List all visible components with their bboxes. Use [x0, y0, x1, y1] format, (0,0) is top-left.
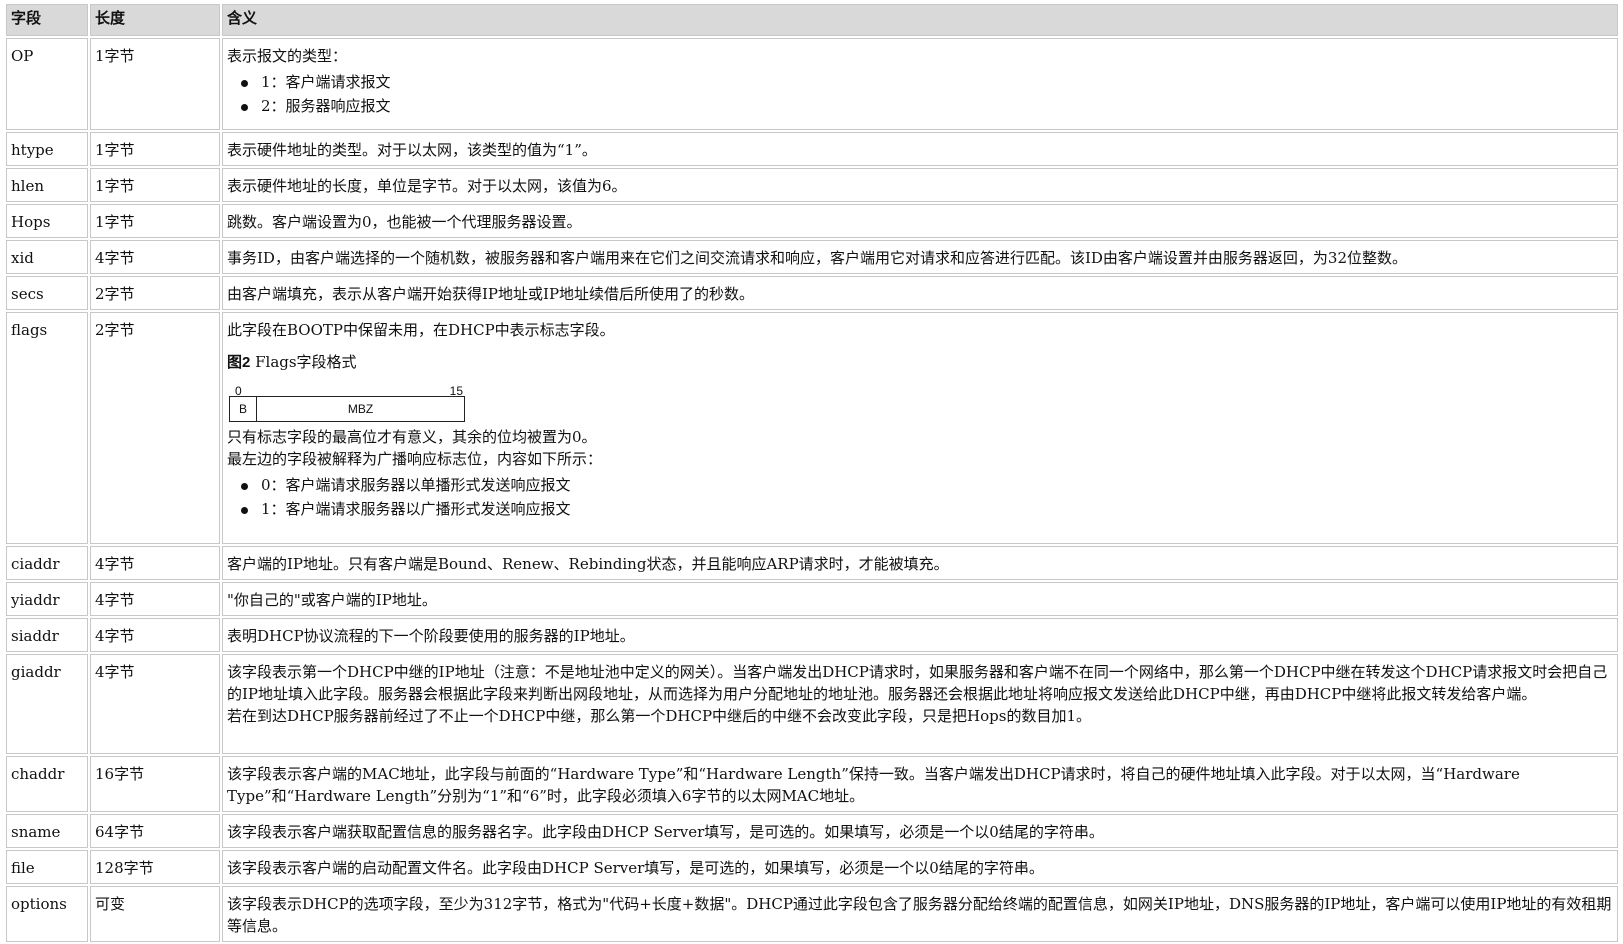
table-row: giaddr 4字节 该字段表示第一个DHCP中继的IP地址（注意：不是地址池中定义… — [6, 654, 1618, 754]
field-length-cell: 2字节 — [90, 276, 220, 310]
field-meaning-cell: 该字段表示客户端获取配置信息的服务器名字。此字段由DHCP Server填写，是… — [222, 814, 1618, 848]
field-length-cell: 可变 — [90, 886, 220, 942]
field-meaning-cell: 该字段表示第一个DHCP中继的IP地址（注意：不是地址池中定义的网关）。当客户端… — [222, 654, 1618, 754]
table-row: yiaddr 4字节 "你自己的"或客户端的IP地址。 — [6, 582, 1618, 616]
meaning-bullet-list: 0：客户端请求服务器以单播形式发送响应报文 1：客户端请求服务器以广播形式发送响应… — [227, 474, 1613, 520]
figure-title-text: Flags字段格式 — [250, 353, 357, 371]
field-name-cell: htype — [6, 132, 88, 166]
meaning-text: 由客户端填充，表示从客户端开始获得IP地址或IP地址续借后所使用了的秒数。 — [227, 285, 755, 303]
table-row: file 128字节 该字段表示客户端的启动配置文件名。此字段由DHCP Serve… — [6, 850, 1618, 884]
list-item: 0：客户端请求服务器以单播形式发送响应报文 — [241, 474, 1613, 496]
field-meaning-cell: 表示硬件地址的长度，单位是字节。对于以太网，该值为6。 — [222, 168, 1618, 202]
field-name-cell: ciaddr — [6, 546, 88, 580]
meaning-text: 表示报文的类型： — [227, 47, 348, 65]
meaning-text: 最左边的字段被解释为广播响应标志位，内容如下所示： — [227, 450, 603, 468]
field-name-cell: xid — [6, 240, 88, 274]
field-name-cell: sname — [6, 814, 88, 848]
field-name-cell: OP — [6, 38, 88, 130]
meaning-text: 该字段表示客户端获取配置信息的服务器名字。此字段由DHCP Server填写，是… — [227, 823, 1104, 841]
field-name-cell: yiaddr — [6, 582, 88, 616]
header-field: 字段 — [6, 4, 88, 36]
meaning-text: 该字段表示客户端的MAC地址，此字段与前面的“Hardware Type”和“H… — [227, 765, 1520, 805]
meaning-text: 只有标志字段的最高位才有意义，其余的位均被置为0。 — [227, 428, 597, 446]
meaning-text: 该字段表示DHCP的选项字段，至少为312字节，格式为"代码+长度+数据"。DH… — [227, 895, 1612, 935]
table-row: flags 2字节 此字段在BOOTP中保留未用，在DHCP中表示标志字段。 图2 F… — [6, 312, 1618, 544]
table-row: ciaddr 4字节 客户端的IP地址。只有客户端是Bound、Renew、Rebi… — [6, 546, 1618, 580]
field-meaning-cell: 表明DHCP协议流程的下一个阶段要使用的服务器的IP地址。 — [222, 618, 1618, 652]
meaning-text: 表示硬件地址的类型。对于以太网，该类型的值为“1”。 — [227, 141, 597, 159]
field-length-cell: 2字节 — [90, 312, 220, 544]
table-row: chaddr 16字节 该字段表示客户端的MAC地址，此字段与前面的“Hardwar… — [6, 756, 1618, 812]
field-meaning-cell: 表示报文的类型： 1：客户端请求报文 2：服务器响应报文 — [222, 38, 1618, 130]
broadcast-bit: B — [230, 397, 257, 421]
dhcp-fields-table: 字段 长度 含义 OP 1字节 表示报文的类型： 1：客户端请求报文 2：服务器响应报文… — [4, 2, 1620, 944]
field-length-cell: 128字节 — [90, 850, 220, 884]
list-item: 2：服务器响应报文 — [241, 95, 1613, 117]
list-item: 1：客户端请求报文 — [241, 71, 1613, 93]
table-row: htype 1字节 表示硬件地址的类型。对于以太网，该类型的值为“1”。 — [6, 132, 1618, 166]
meaning-text: 表示硬件地址的长度，单位是字节。对于以太网，该值为6。 — [227, 177, 627, 195]
field-length-cell: 4字节 — [90, 240, 220, 274]
header-meaning: 含义 — [222, 4, 1618, 36]
field-name-cell: hlen — [6, 168, 88, 202]
field-meaning-cell: 表示硬件地址的类型。对于以太网，该类型的值为“1”。 — [222, 132, 1618, 166]
mbz-bits: MBZ — [347, 402, 374, 416]
table-header-row: 字段 长度 含义 — [6, 4, 1618, 36]
field-name-cell: giaddr — [6, 654, 88, 754]
table-row: Hops 1字节 跳数。客户端设置为0，也能被一个代理服务器设置。 — [6, 204, 1618, 238]
field-name-cell: siaddr — [6, 618, 88, 652]
header-length: 长度 — [90, 4, 220, 36]
field-meaning-cell: 由客户端填充，表示从客户端开始获得IP地址或IP地址续借后所使用了的秒数。 — [222, 276, 1618, 310]
table-row: OP 1字节 表示报文的类型： 1：客户端请求报文 2：服务器响应报文 — [6, 38, 1618, 130]
meaning-text: 客户端的IP地址。只有客户端是Bound、Renew、Rebinding状态，并… — [227, 555, 949, 573]
meaning-text: "你自己的"或客户端的IP地址。 — [227, 591, 437, 609]
table-row: siaddr 4字节 表明DHCP协议流程的下一个阶段要使用的服务器的IP地址。 — [6, 618, 1618, 652]
field-name-cell: flags — [6, 312, 88, 544]
field-length-cell: 4字节 — [90, 582, 220, 616]
table-row: xid 4字节 事务ID，由客户端选择的一个随机数，被服务器和客户端用来在它们之间交… — [6, 240, 1618, 274]
table-row: options 可变 该字段表示DHCP的选项字段，至少为312字节，格式为"代码+… — [6, 886, 1618, 942]
flags-bit-diagram: 0 15 B MBZ — [229, 380, 465, 422]
field-meaning-cell: 事务ID，由客户端选择的一个随机数，被服务器和客户端用来在它们之间交流请求和响应… — [222, 240, 1618, 274]
field-meaning-cell: "你自己的"或客户端的IP地址。 — [222, 582, 1618, 616]
flags-box: B MBZ — [229, 396, 465, 422]
field-name-cell: options — [6, 886, 88, 942]
meaning-text: 表明DHCP协议流程的下一个阶段要使用的服务器的IP地址。 — [227, 627, 635, 645]
field-length-cell: 1字节 — [90, 168, 220, 202]
field-meaning-cell: 该字段表示客户端的启动配置文件名。此字段由DHCP Server填写，是可选的，… — [222, 850, 1618, 884]
table-body: OP 1字节 表示报文的类型： 1：客户端请求报文 2：服务器响应报文 htype 1字节表… — [6, 38, 1618, 942]
field-meaning-cell: 跳数。客户端设置为0，也能被一个代理服务器设置。 — [222, 204, 1618, 238]
table-row: hlen 1字节 表示硬件地址的长度，单位是字节。对于以太网，该值为6。 — [6, 168, 1618, 202]
field-name-cell: Hops — [6, 204, 88, 238]
figure-title-number: 图2 — [227, 354, 251, 371]
meaning-text: 事务ID，由客户端选择的一个随机数，被服务器和客户端用来在它们之间交流请求和响应… — [227, 249, 1407, 267]
field-length-cell: 1字节 — [90, 204, 220, 238]
field-length-cell: 4字节 — [90, 654, 220, 754]
meaning-text: 跳数。客户端设置为0，也能被一个代理服务器设置。 — [227, 213, 582, 231]
meaning-text: 若在到达DHCP服务器前经过了不止一个DHCP中继，那么第一个DHCP中继后的中… — [227, 707, 1091, 725]
meaning-text: 该字段表示第一个DHCP中继的IP地址（注意：不是地址池中定义的网关）。当客户端… — [227, 663, 1608, 703]
field-name-cell: chaddr — [6, 756, 88, 812]
field-meaning-cell: 该字段表示客户端的MAC地址，此字段与前面的“Hardware Type”和“H… — [222, 756, 1618, 812]
list-item: 1：客户端请求服务器以广播形式发送响应报文 — [241, 498, 1613, 520]
field-length-cell: 16字节 — [90, 756, 220, 812]
field-meaning-cell: 该字段表示DHCP的选项字段，至少为312字节，格式为"代码+长度+数据"。DH… — [222, 886, 1618, 942]
dhcp-fields-document: 字段 长度 含义 OP 1字节 表示报文的类型： 1：客户端请求报文 2：服务器响应报文… — [4, 2, 1620, 944]
table-row: sname 64字节 该字段表示客户端获取配置信息的服务器名字。此字段由DHCP S… — [6, 814, 1618, 848]
field-length-cell: 4字节 — [90, 546, 220, 580]
figure-title: 图2 Flags字段格式 — [227, 351, 1613, 374]
field-length-cell: 4字节 — [90, 618, 220, 652]
table-row: secs 2字节 由客户端填充，表示从客户端开始获得IP地址或IP地址续借后所使用了… — [6, 276, 1618, 310]
field-meaning-cell: 客户端的IP地址。只有客户端是Bound、Renew、Rebinding状态，并… — [222, 546, 1618, 580]
meaning-text: 该字段表示客户端的启动配置文件名。此字段由DHCP Server填写，是可选的，… — [227, 859, 1044, 877]
meaning-bullet-list: 1：客户端请求报文 2：服务器响应报文 — [227, 71, 1613, 117]
field-length-cell: 1字节 — [90, 132, 220, 166]
field-name-cell: file — [6, 850, 88, 884]
field-length-cell: 1字节 — [90, 38, 220, 130]
field-meaning-cell: 此字段在BOOTP中保留未用，在DHCP中表示标志字段。 图2 Flags字段格式… — [222, 312, 1618, 544]
field-length-cell: 64字节 — [90, 814, 220, 848]
meaning-text: 此字段在BOOTP中保留未用，在DHCP中表示标志字段。 — [227, 321, 615, 339]
field-name-cell: secs — [6, 276, 88, 310]
